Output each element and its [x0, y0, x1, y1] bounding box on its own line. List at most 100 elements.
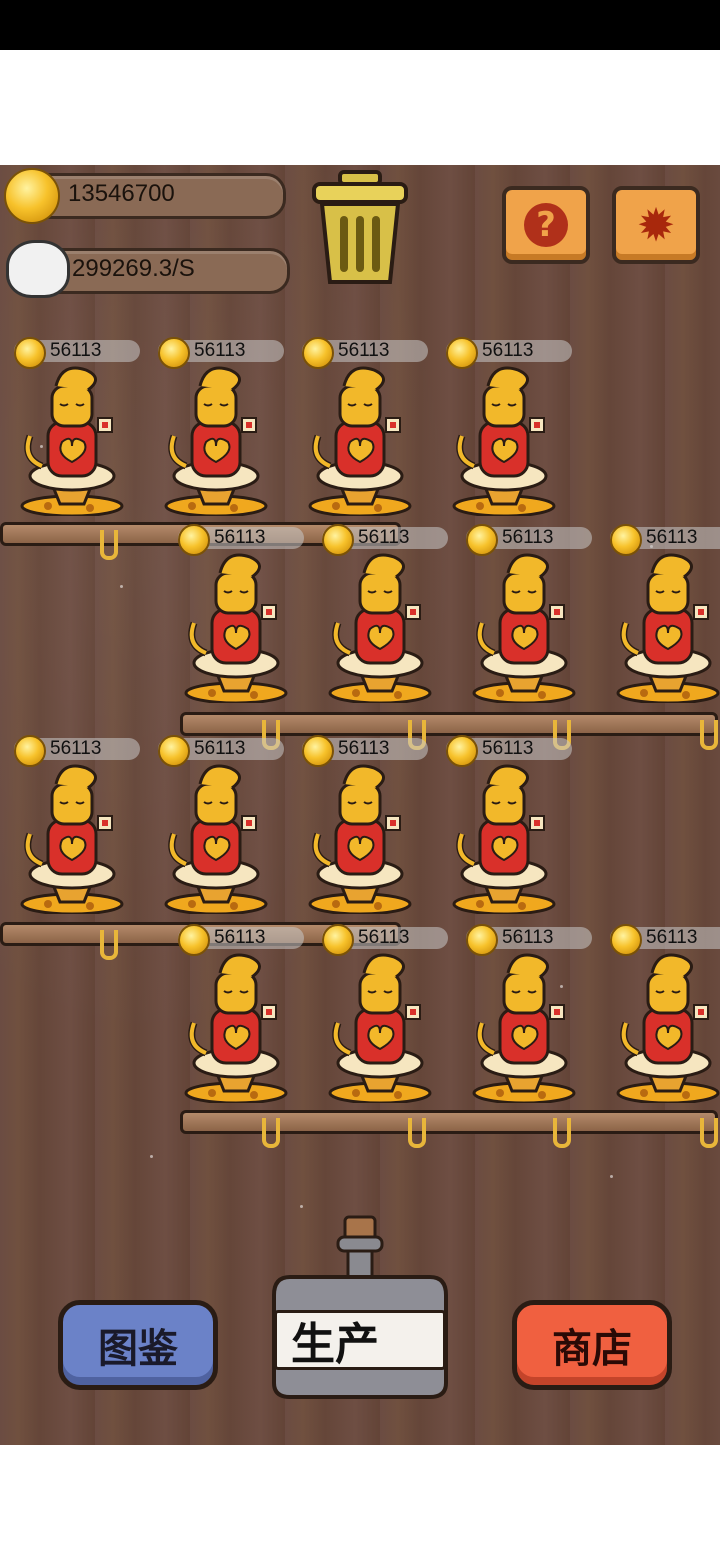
- produce-button[interactable]: 生产: [270, 1215, 450, 1400]
- cat-figurine-icon: [472, 953, 576, 1103]
- coin-icon: [322, 524, 354, 556]
- cat-figurine-icon: [616, 953, 720, 1103]
- income-value: 56113: [338, 340, 390, 361]
- income-badge: 56113: [466, 924, 592, 956]
- cat-figurine-icon: [308, 366, 412, 516]
- trash-can-icon[interactable]: [310, 170, 410, 288]
- cat-unit[interactable]: 56113: [158, 337, 284, 516]
- collection-label: 图鉴: [98, 1325, 178, 1372]
- cat-unit[interactable]: 56113: [322, 524, 448, 703]
- cat-unit[interactable]: 56113: [446, 735, 572, 914]
- coin-icon: [466, 924, 498, 956]
- help-icon: ?: [524, 203, 568, 247]
- shelf-hook: [100, 530, 118, 560]
- bottom-blank: [0, 1445, 720, 1560]
- cat-figurine-icon: [164, 366, 268, 516]
- income-value: 56113: [50, 738, 102, 759]
- shelf: [180, 1110, 718, 1134]
- income-value: 56113: [482, 340, 534, 361]
- income-value: 56113: [194, 738, 246, 759]
- coin-icon: [158, 337, 190, 369]
- coin-icon: [466, 524, 498, 556]
- cat-figurine-icon: [328, 553, 432, 703]
- coin-icon: [446, 337, 478, 369]
- cat-figurine-icon: [20, 366, 124, 516]
- shelf: [180, 712, 718, 736]
- coin-icon: [322, 924, 354, 956]
- shop-label: 商店: [552, 1325, 632, 1372]
- cat-figurine-icon: [616, 553, 720, 703]
- cat-unit[interactable]: 56113: [14, 735, 140, 914]
- income-value: 56113: [482, 738, 534, 759]
- cat-unit[interactable]: 56113: [322, 924, 448, 1103]
- income-badge: 56113: [302, 337, 428, 369]
- income-badge: 56113: [610, 924, 720, 956]
- income-badge: 56113: [610, 524, 720, 556]
- income-badge: 56113: [322, 924, 448, 956]
- income-badge: 56113: [14, 337, 140, 369]
- income-badge: 56113: [158, 735, 284, 767]
- coin-icon: [14, 337, 46, 369]
- income-badge: 56113: [302, 735, 428, 767]
- cat-figurine-icon: [20, 764, 124, 914]
- shelf-hook: [262, 1118, 280, 1148]
- shop-button[interactable]: 商店: [512, 1300, 672, 1390]
- coin-icon: [178, 524, 210, 556]
- settings-icon: ✹: [636, 198, 676, 252]
- cat-figurine-icon: [328, 953, 432, 1103]
- speck: [300, 1205, 303, 1208]
- coin-icon: [158, 735, 190, 767]
- shelf-hook: [700, 720, 718, 750]
- cat-unit[interactable]: 56113: [178, 524, 304, 703]
- cat-unit[interactable]: 56113: [610, 924, 720, 1103]
- income-badge: 56113: [466, 524, 592, 556]
- coin-icon: [14, 735, 46, 767]
- cat-figurine-icon: [452, 366, 556, 516]
- income-value: 56113: [502, 927, 554, 948]
- cat-unit[interactable]: 56113: [302, 337, 428, 516]
- settings-button[interactable]: ✹: [612, 186, 700, 264]
- cat-figurine-icon: [452, 764, 556, 914]
- cat-figurine-icon: [184, 553, 288, 703]
- cat-unit[interactable]: 56113: [610, 524, 720, 703]
- income-value: 56113: [194, 340, 246, 361]
- income-value: 56113: [646, 927, 698, 948]
- income-value: 56113: [646, 527, 698, 548]
- coin-icon: [302, 337, 334, 369]
- cat-unit[interactable]: 56113: [158, 735, 284, 914]
- income-badge: 56113: [14, 735, 140, 767]
- cat-unit[interactable]: 56113: [302, 735, 428, 914]
- produce-label-plate: 生产: [274, 1310, 446, 1370]
- cat-figurine-icon: [472, 553, 576, 703]
- speck: [150, 1155, 153, 1158]
- coin-count: 13546700: [68, 180, 175, 207]
- coin-icon: [610, 524, 642, 556]
- coin-icon: [178, 924, 210, 956]
- coin-icon: [302, 735, 334, 767]
- cat-unit[interactable]: 56113: [178, 924, 304, 1103]
- income-badge: 56113: [178, 924, 304, 956]
- money-bag-icon: [6, 240, 70, 298]
- cat-unit[interactable]: 56113: [466, 524, 592, 703]
- cat-figurine-icon: [164, 764, 268, 914]
- income-value: 56113: [214, 527, 266, 548]
- shelf-hook: [100, 930, 118, 960]
- coin-icon: [446, 735, 478, 767]
- cat-unit[interactable]: 56113: [446, 337, 572, 516]
- income-value: 56113: [502, 527, 554, 548]
- income-badge: 56113: [158, 337, 284, 369]
- shelf-hook: [700, 1118, 718, 1148]
- shelf-hook: [553, 1118, 571, 1148]
- status-bar: [0, 0, 720, 50]
- income-value: 56113: [50, 340, 102, 361]
- cat-unit[interactable]: 56113: [14, 337, 140, 516]
- help-button[interactable]: ?: [502, 186, 590, 264]
- income-badge: 56113: [446, 337, 572, 369]
- speck: [610, 1175, 613, 1178]
- cat-figurine-icon: [184, 953, 288, 1103]
- income-value: 56113: [358, 527, 410, 548]
- income-badge: 56113: [178, 524, 304, 556]
- cat-unit[interactable]: 56113: [466, 924, 592, 1103]
- coin-icon: [4, 168, 60, 224]
- collection-button[interactable]: 图鉴: [58, 1300, 218, 1390]
